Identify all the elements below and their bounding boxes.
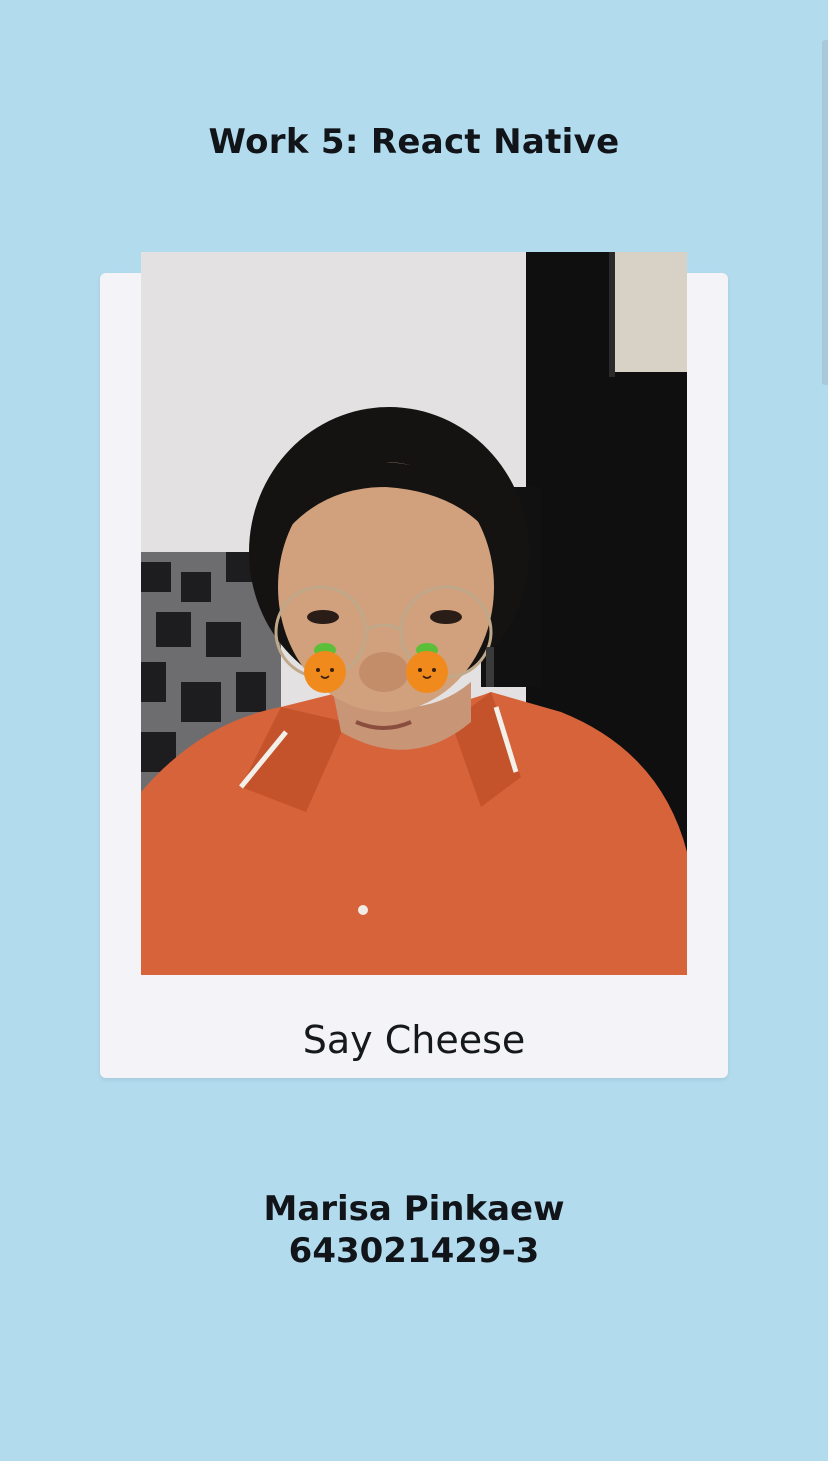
orange-sticker-icon [404,636,450,694]
student-id: 643021429-3 [288,1231,540,1271]
photo-caption: Say Cheese [302,1018,526,1062]
scroll-indicator[interactable] [822,40,828,385]
student-name: Marisa Pinkaew [263,1189,565,1229]
orange-sticker-icon [302,636,348,694]
selfie-photo [141,252,687,975]
app-screen: Work 5: React Native Say Cheese Marisa P… [0,0,828,1461]
student-info: Marisa Pinkaew 643021429-3 [0,1188,828,1272]
page-title: Work 5: React Native [208,122,620,162]
